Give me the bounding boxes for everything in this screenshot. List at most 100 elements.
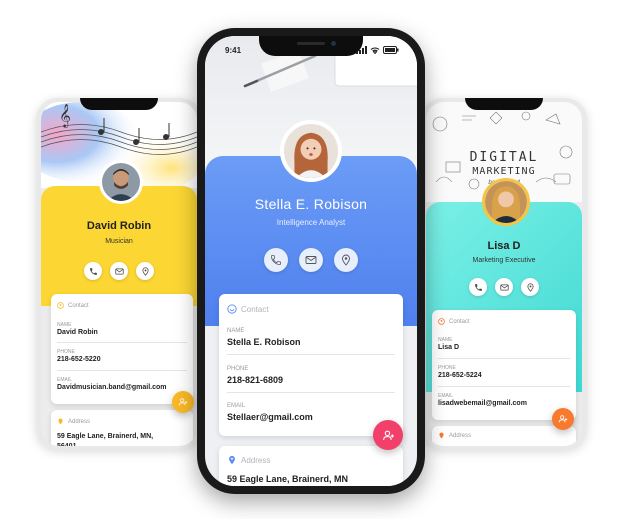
add-contact-icon xyxy=(558,415,568,423)
avatar xyxy=(482,178,530,226)
mail-icon xyxy=(499,284,509,290)
phone-icon xyxy=(271,255,281,265)
left-phone-screen: 𝄞 David Robin Musician Contact NAME Davi… xyxy=(41,102,197,446)
banner-title-line2: MARKETING xyxy=(472,166,536,177)
action-icons xyxy=(41,262,197,280)
add-contact-button[interactable] xyxy=(373,420,403,450)
profile-name: Lisa D xyxy=(487,240,521,252)
add-contact-button[interactable] xyxy=(552,408,574,430)
contact-user-icon xyxy=(227,304,237,314)
notch xyxy=(259,36,363,56)
contact-card: Contact NAME Stella E. Robison PHONE 218… xyxy=(219,294,403,436)
mail-icon xyxy=(114,268,124,274)
address-card: Address 59 Eagle Lane, Brainerd, MN, 564… xyxy=(51,410,193,446)
name-value[interactable]: Stella E. Robison xyxy=(227,337,301,347)
left-phone: 𝄞 David Robin Musician Contact NAME Davi… xyxy=(36,98,202,450)
email-value[interactable]: lisadwebemail@gmail.com xyxy=(438,400,527,407)
name-label: NAME xyxy=(438,337,453,343)
contact-user-icon xyxy=(438,318,445,325)
profile-name: Stella E. Robison xyxy=(254,196,368,212)
svg-text:𝄞: 𝄞 xyxy=(59,105,71,128)
banner-title-line1: DIGITAL xyxy=(469,150,539,165)
phone-icon xyxy=(89,267,97,275)
address-card: Address xyxy=(432,426,576,446)
name-value[interactable]: Lisa D xyxy=(438,344,459,351)
profile-header-yellow xyxy=(41,186,197,306)
phone-value[interactable]: 218-821-6809 xyxy=(227,375,283,385)
phone-label: PHONE xyxy=(227,366,249,372)
action-icons xyxy=(426,278,582,296)
contact-card: Contact NAME Lisa D PHONE 218-652-5224 E… xyxy=(432,310,576,420)
name-label: NAME xyxy=(227,328,245,334)
location-pin-icon xyxy=(342,254,350,266)
contact-heading: Contact xyxy=(227,304,269,314)
location-button[interactable] xyxy=(136,262,154,280)
name-label: NAME xyxy=(57,322,72,328)
email-value[interactable]: Davidmusician.band@gmail.com xyxy=(57,384,167,391)
divider xyxy=(57,370,187,371)
center-phone-screen: 9:41 Stella E. Robison Intelligence Anal… xyxy=(205,36,417,486)
contact-heading: Contact xyxy=(438,318,470,325)
call-button[interactable] xyxy=(84,262,102,280)
profile-role: Marketing Executive xyxy=(472,257,536,264)
call-button[interactable] xyxy=(469,278,487,296)
mail-icon xyxy=(305,256,317,264)
phone-label: PHONE xyxy=(57,349,75,355)
notch xyxy=(80,98,158,110)
divider xyxy=(438,358,570,359)
email-label: EMAIL xyxy=(438,393,454,399)
right-phone-screen: DIGITAL MARKETING background Lisa D Mark… xyxy=(426,102,582,446)
add-contact-icon xyxy=(382,430,394,440)
phone-value[interactable]: 218-652-5224 xyxy=(438,372,482,379)
address-heading: Address xyxy=(227,455,270,465)
address-heading: Address xyxy=(438,432,471,439)
address-card: Address 59 Eagle Lane, Brainerd, MN xyxy=(219,446,403,486)
avatar xyxy=(99,160,143,204)
status-indicators xyxy=(356,46,399,54)
address-line1[interactable]: 59 Eagle Lane, Brainerd, MN xyxy=(227,474,348,484)
location-pin-icon xyxy=(526,282,534,292)
add-contact-button[interactable] xyxy=(172,391,194,413)
email-button[interactable] xyxy=(110,262,128,280)
email-button[interactable] xyxy=(299,248,323,272)
location-pin-icon xyxy=(141,266,149,276)
wifi-icon xyxy=(370,47,380,54)
address-line2[interactable]: 56401 xyxy=(57,443,76,446)
phone-icon xyxy=(474,283,482,291)
contact-user-icon xyxy=(57,302,64,309)
email-value[interactable]: Stellaer@gmail.com xyxy=(227,412,313,422)
status-time: 9:41 xyxy=(225,46,242,55)
divider xyxy=(227,354,395,355)
location-pin-icon xyxy=(439,432,444,439)
speaker-grill xyxy=(297,42,325,45)
front-camera xyxy=(331,41,336,46)
divider xyxy=(57,342,187,343)
contact-card: Contact NAME David Robin PHONE 218-652-5… xyxy=(51,294,193,404)
notch xyxy=(465,98,543,110)
profile-name: David Robin xyxy=(86,220,152,232)
address-line1[interactable]: 59 Eagle Lane, Brainerd, MN, xyxy=(57,433,153,440)
add-contact-icon xyxy=(178,398,188,406)
profile-role: Intelligence Analyst xyxy=(276,218,346,227)
location-pin-icon xyxy=(229,455,235,465)
email-label: EMAIL xyxy=(227,403,246,409)
email-label: EMAIL xyxy=(57,377,73,383)
address-heading: Address xyxy=(57,418,90,425)
phone-value[interactable]: 218-652-5220 xyxy=(57,356,101,363)
contact-heading: Contact xyxy=(57,302,89,309)
signal-icon xyxy=(356,46,367,54)
location-button[interactable] xyxy=(334,248,358,272)
location-button[interactable] xyxy=(521,278,539,296)
action-icons xyxy=(205,248,417,272)
divider xyxy=(227,392,395,393)
right-phone: DIGITAL MARKETING background Lisa D Mark… xyxy=(421,98,587,450)
divider xyxy=(438,386,570,387)
call-button[interactable] xyxy=(264,248,288,272)
location-pin-icon xyxy=(58,418,63,425)
center-phone: 9:41 Stella E. Robison Intelligence Anal… xyxy=(197,28,425,494)
name-value[interactable]: David Robin xyxy=(57,329,98,336)
email-button[interactable] xyxy=(495,278,513,296)
profile-role: Musician xyxy=(105,238,133,245)
phone-label: PHONE xyxy=(438,365,456,371)
avatar xyxy=(280,120,342,182)
